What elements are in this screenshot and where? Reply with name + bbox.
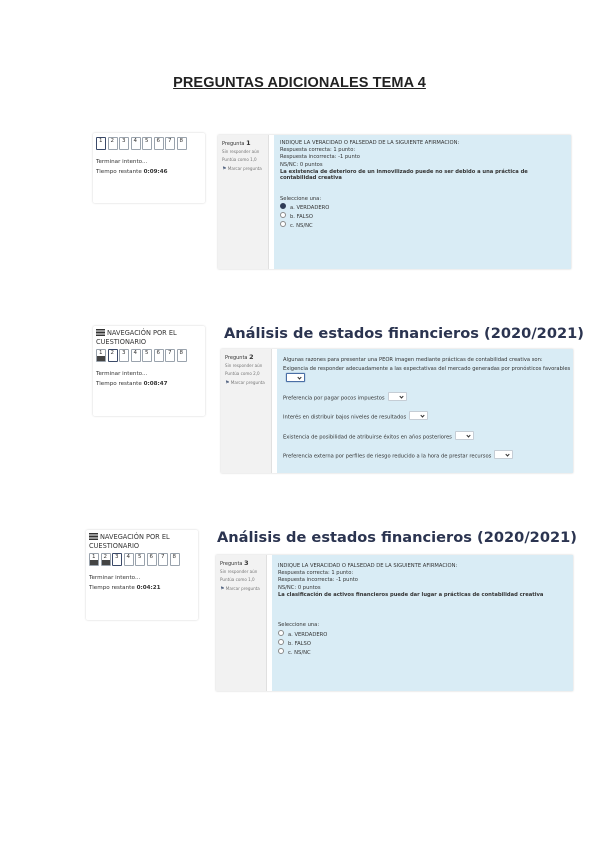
question-text-line: NS/NC: 0 puntos — [280, 161, 323, 168]
question-panel: Pregunta 3 Sin responder aún Puntúa como… — [216, 555, 573, 691]
question-statement: La clasificación de activos financieros … — [278, 591, 544, 598]
match-select[interactable] — [387, 391, 407, 401]
course-title: Análisis de estados financieros (2020/20… — [224, 325, 584, 342]
question-text-line: Respuesta incorrecta: -1 punto — [278, 577, 358, 584]
radio[interactable] — [278, 638, 284, 645]
question-statement: La existencia de deterioro de un inmovil… — [280, 168, 528, 182]
finish-attempt-link[interactable]: Terminar intento... — [86, 572, 198, 582]
nav-question-2[interactable]: 2 — [107, 349, 118, 362]
flag-question-button[interactable]: ⚑ Marcar pregunta — [221, 377, 271, 387]
radio[interactable] — [280, 212, 286, 219]
answer-option-a[interactable]: a. VERDADERO — [278, 629, 567, 639]
question-status: Sin responder aún — [220, 569, 258, 574]
flag-question-button[interactable]: ⚑ Marcar pregunta — [216, 583, 266, 593]
match-select[interactable] — [494, 450, 514, 460]
nav-question-2[interactable]: 2 — [100, 553, 111, 566]
radio[interactable] — [278, 647, 284, 654]
question-intro: Algunas razones para presentar una PEOR … — [283, 357, 543, 363]
nav-question-4[interactable]: 4 — [130, 137, 141, 150]
menu-icon — [89, 533, 98, 540]
nav-question-1[interactable]: 1 — [96, 137, 106, 150]
answer-option-a[interactable]: a. VERDADERO — [280, 203, 565, 212]
question-text-line: INDIQUE LA VERACIDAD O FALSEDAD DE LA SI… — [278, 563, 458, 569]
quiz-navigation-panel: NAVEGACIÓN POR EL CUESTIONARIO 12345678 … — [93, 326, 205, 416]
flag-question-button[interactable]: ⚑ Marcar pregunta — [218, 163, 268, 173]
nav-question-6[interactable]: 6 — [153, 137, 164, 150]
question-info: Pregunta 2 Sin responder aún Puntúa como… — [221, 349, 272, 473]
nav-question-2[interactable]: 2 — [107, 137, 118, 150]
question-score: Puntúa como 1,0 — [220, 577, 255, 582]
nav-question-7[interactable]: 7 — [165, 349, 175, 362]
match-row: Preferencia por pagar pocos impuestos — [283, 391, 567, 403]
question-content: Algunas razones para presentar una PEOR … — [277, 349, 573, 473]
nav-question-7[interactable]: 7 — [158, 553, 168, 566]
finish-attempt-link[interactable]: Terminar intento... — [93, 156, 205, 166]
radio[interactable] — [280, 221, 286, 228]
nav-question-3[interactable]: 3 — [112, 553, 122, 566]
question-score: Puntúa como 2,0 — [225, 371, 260, 376]
finish-attempt-link[interactable]: Terminar intento... — [93, 368, 205, 378]
quiz-navigation-panel: 12345678 Terminar intento... Tiempo rest… — [93, 133, 205, 203]
match-row: Interés en distribuir bajos niveles de r… — [283, 411, 567, 422]
nav-question-4[interactable]: 4 — [130, 349, 141, 362]
question-info: Pregunta 1 Sin responder aún Puntúa como… — [218, 135, 269, 269]
answer-option-c[interactable]: c. NS/NC — [280, 221, 565, 230]
question-text-line: INDIQUE LA VERACIDAD O FALSEDAD DE LA SI… — [280, 140, 460, 146]
time-remaining: Tiempo restante 0:04:21 — [89, 585, 161, 591]
document-title: PREGUNTAS ADICIONALES TEMA 4 — [173, 75, 426, 91]
nav-question-7[interactable]: 7 — [165, 137, 175, 150]
question-status: Sin responder aún — [222, 149, 260, 154]
nav-question-5[interactable]: 5 — [142, 137, 152, 150]
question-content: INDIQUE LA VERACIDAD O FALSEDAD DE LA SI… — [272, 555, 573, 691]
match-select[interactable] — [454, 430, 474, 440]
nav-question-6[interactable]: 6 — [153, 349, 164, 362]
match-row: Preferencia externa por perfiles de ries… — [283, 450, 567, 461]
question-panel: Pregunta 1 Sin responder aún Puntúa como… — [218, 135, 571, 269]
quiz-navigation-panel: NAVEGACIÓN POR EL CUESTIONARIO 12345678 … — [86, 530, 198, 620]
nav-question-8[interactable]: 8 — [176, 349, 187, 362]
select-prompt: Seleccione una: — [278, 622, 320, 629]
time-remaining: Tiempo restante 0:08:47 — [96, 381, 168, 387]
answer-option-c[interactable]: c. NS/NC — [278, 647, 567, 657]
nav-question-8[interactable]: 8 — [169, 553, 180, 566]
nav-question-3[interactable]: 3 — [119, 349, 129, 362]
select-prompt: Seleccione una: — [280, 196, 322, 202]
course-title: Análisis de estados financieros (2020/20… — [217, 529, 577, 546]
match-select[interactable] — [286, 373, 305, 383]
radio-selected[interactable] — [280, 203, 286, 210]
question-text-line: Respuesta correcta: 1 punto: — [280, 147, 356, 154]
answer-option-b[interactable]: b. FALSO — [280, 212, 565, 221]
question-text-line: NS/NC: 0 puntos — [278, 584, 321, 591]
match-row: Exigencia de responder adecuadamente a l… — [283, 366, 573, 384]
answer-option-b[interactable]: b. FALSO — [278, 638, 567, 648]
nav-question-6[interactable]: 6 — [146, 553, 157, 566]
question-text-line: Respuesta incorrecta: -1 punto — [280, 154, 360, 161]
time-remaining: Tiempo restante 0:09:46 — [96, 169, 168, 175]
nav-question-1[interactable]: 1 — [96, 349, 106, 362]
question-score: Puntúa como 1,0 — [222, 157, 257, 162]
quiz-navigation-heading: NAVEGACIÓN POR EL CUESTIONARIO — [89, 533, 170, 550]
question-status: Sin responder aún — [225, 363, 263, 368]
question-info: Pregunta 3 Sin responder aún Puntúa como… — [216, 555, 267, 691]
nav-question-5[interactable]: 5 — [135, 553, 145, 566]
match-row: Existencia de posibilidad de atribuirse … — [283, 430, 567, 442]
nav-question-4[interactable]: 4 — [123, 553, 134, 566]
flag-icon: ⚑ — [222, 166, 227, 172]
question-text-line: Respuesta correcta: 1 punto: — [278, 570, 354, 577]
nav-question-8[interactable]: 8 — [176, 137, 187, 150]
flag-icon: ⚑ — [220, 586, 225, 592]
question-content: INDIQUE LA VERACIDAD O FALSEDAD DE LA SI… — [274, 135, 571, 269]
match-select[interactable] — [409, 411, 429, 421]
nav-question-1[interactable]: 1 — [89, 553, 99, 566]
radio[interactable] — [278, 629, 284, 636]
menu-icon — [96, 329, 105, 336]
flag-icon: ⚑ — [225, 380, 230, 386]
quiz-navigation-heading: NAVEGACIÓN POR EL CUESTIONARIO — [96, 329, 177, 346]
nav-question-3[interactable]: 3 — [119, 137, 129, 150]
question-panel: Pregunta 2 Sin responder aún Puntúa como… — [221, 349, 573, 473]
nav-question-5[interactable]: 5 — [142, 349, 152, 362]
